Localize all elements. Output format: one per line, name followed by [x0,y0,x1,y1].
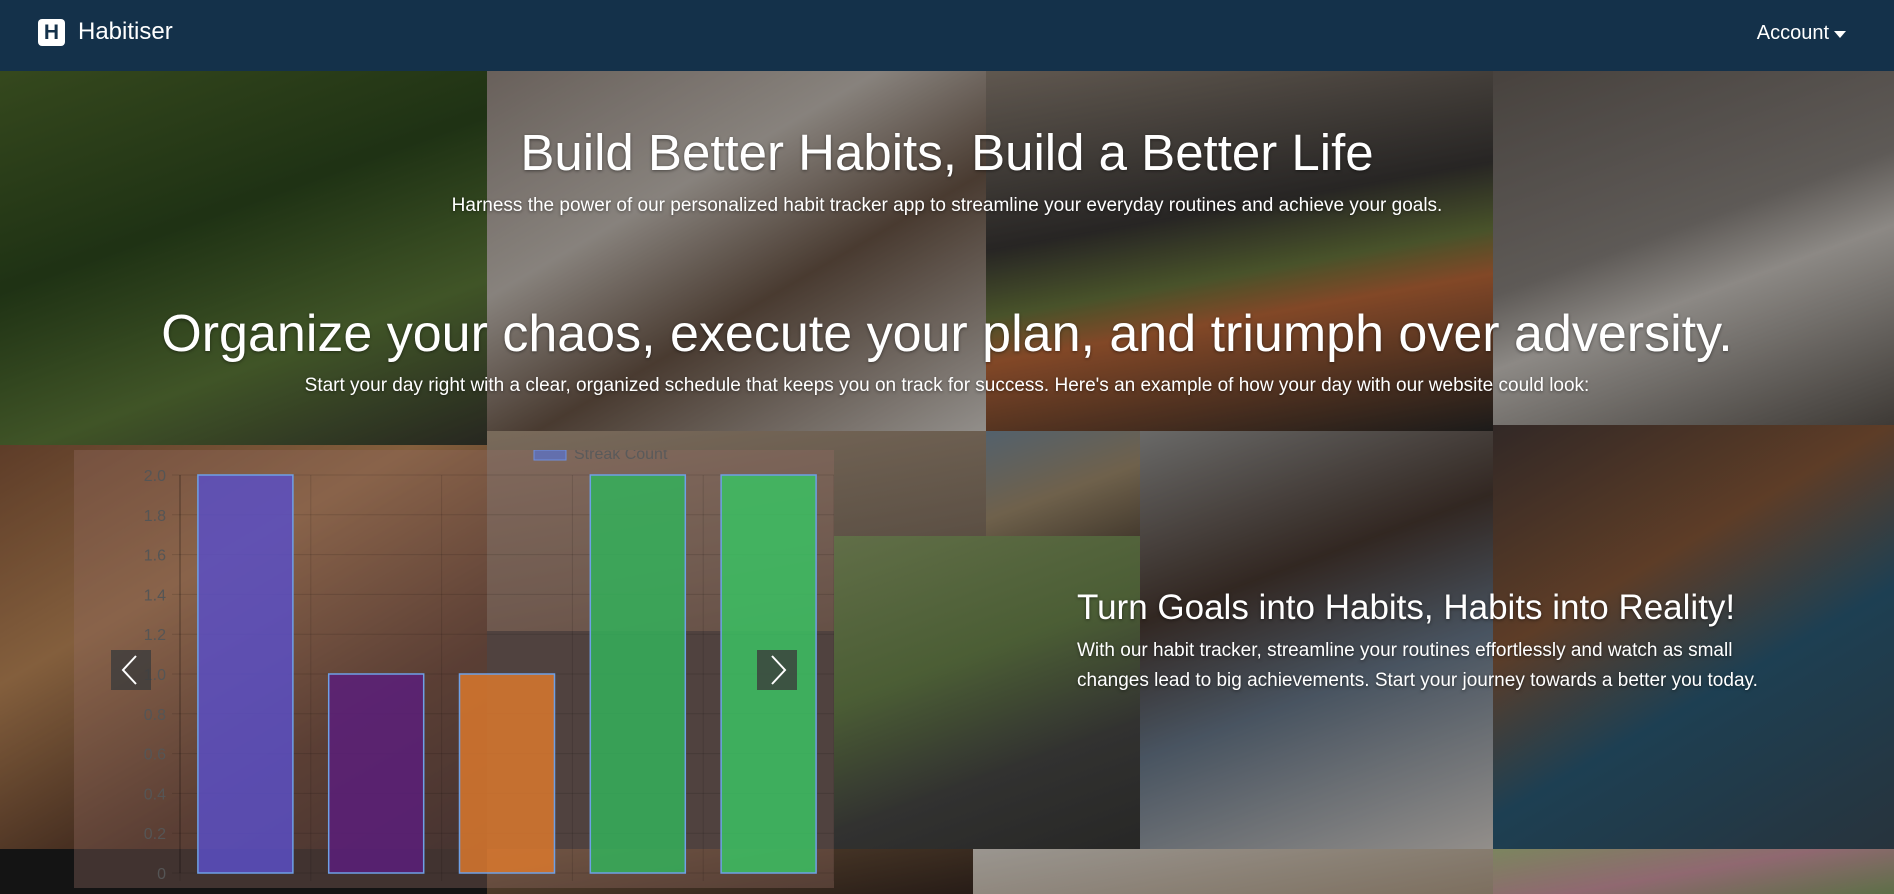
legend-label: Streak Count [574,450,668,463]
y-tick-label: 0.4 [144,786,166,803]
account-dropdown[interactable]: Account [1757,22,1846,45]
chart-bar [589,474,687,874]
chart-legend: Streak Count [533,450,668,463]
carousel-next-button[interactable] [757,650,797,690]
account-label: Account [1756,22,1829,44]
y-tick-label: 1.4 [144,587,166,604]
y-tick-label: 2.0 [144,468,166,485]
y-tick-label: 0.2 [144,826,166,843]
goals-text: With our habit tracker, streamline your … [1077,640,1758,691]
y-tick-label: 1.6 [144,548,166,565]
y-tick-label: 1.2 [144,627,166,644]
chart-bar [327,673,425,874]
hero-subheading: Harness the power of our personalized ha… [451,195,1443,216]
hero-description: Start your day right with a clear, organ… [304,375,1590,396]
navbar: H Habitiser Account [0,0,1894,71]
y-tick-label: 0 [157,866,166,883]
carousel-prev-button[interactable] [111,650,151,690]
brand-link[interactable]: H Habitiser [38,18,173,46]
goals-section: Turn Goals into Habits, Habits into Real… [1077,588,1797,696]
brand-logo-icon: H [38,18,65,46]
hero-heading: Build Better Habits, Build a Better Life [520,124,1374,181]
brand-name: Habitiser [78,18,173,45]
caret-down-icon [1834,31,1846,38]
photo-lamp-room [986,431,1140,551]
legend-swatch [533,450,567,461]
chart-bar [458,673,556,874]
chevron-right-icon [771,655,787,685]
y-tick-label: 0.8 [144,707,166,724]
y-tick-label: 0.6 [144,747,166,764]
chevron-left-icon [121,655,137,685]
y-tick-label: 1.8 [144,508,166,525]
goals-heading: Turn Goals into Habits, Habits into Real… [1077,588,1736,627]
photo-woman-desk [973,849,1493,894]
streak-bar-chart: Streak Count2.01.81.61.41.21.00.80.60.40… [144,450,834,883]
photo-flowers [1493,849,1894,894]
streak-chart-card: Streak Count 2.0 1.8 1.6 1.4 1.2 1.0 0.8 0.6 0.4 0… [74,450,834,888]
hero-tagline: Organize your chaos, execute your plan, … [161,305,1733,363]
chart-bar [197,474,294,874]
